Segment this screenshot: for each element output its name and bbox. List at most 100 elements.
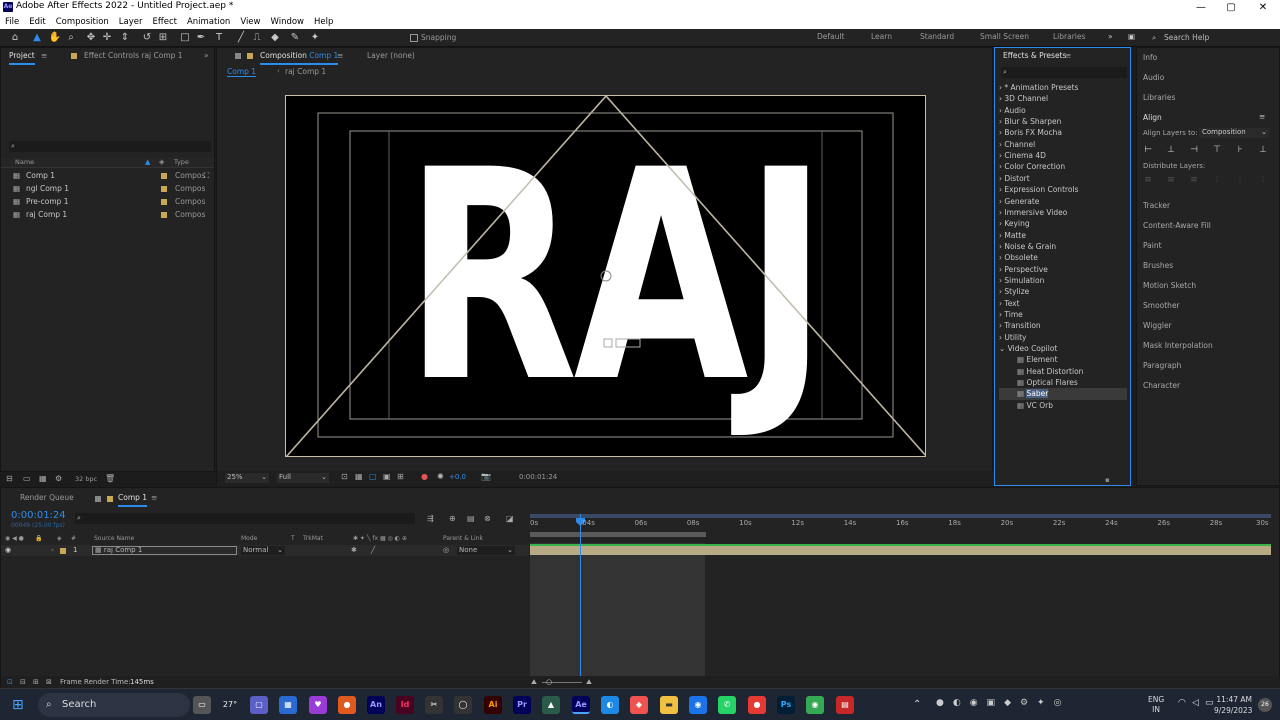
pen-tool-icon[interactable]: ✒	[194, 31, 208, 45]
zoom-dropdown[interactable]: 25% ⌄	[225, 473, 269, 483]
hand-tool-icon[interactable]: ✋	[48, 31, 62, 45]
align-left-icon[interactable]: ⊢	[1142, 145, 1154, 155]
distribute-h-center-icon[interactable]: ⦙	[1234, 175, 1246, 185]
draft-3d-icon[interactable]: ⊕	[449, 514, 456, 523]
effect-category-matte[interactable]: › Matte	[999, 230, 1127, 241]
weather-widget[interactable]: 27°	[221, 696, 239, 714]
effect-category-3d-channel[interactable]: › 3D Channel	[999, 93, 1127, 104]
app-icon[interactable]: ▤	[836, 696, 854, 714]
workspace-standard[interactable]: Standard	[920, 32, 954, 41]
snapping-checkbox[interactable]	[410, 34, 418, 42]
animate-icon[interactable]: An	[367, 696, 385, 714]
menu-help[interactable]: Help	[314, 15, 333, 29]
project-item-comp-1[interactable]: ▦ Comp 1 Compos ⛶	[1, 170, 214, 182]
rotate-tool-icon[interactable]: ↺	[140, 31, 154, 45]
effect-category-video-copilot[interactable]: ⌄ Video Copilot	[999, 343, 1127, 354]
quality-switch-icon[interactable]: ╱	[371, 545, 375, 556]
panel-tracker[interactable]: Tracker	[1143, 201, 1170, 210]
menu-view[interactable]: View	[240, 15, 260, 29]
panel-motion-sketch[interactable]: Motion Sketch	[1143, 281, 1196, 290]
edge-icon[interactable]: ◐	[601, 696, 619, 714]
comp-mini-flowchart-icon[interactable]: ⇶	[427, 514, 434, 523]
dolly-tool-icon[interactable]: ⇕	[118, 31, 132, 45]
selection-tool-icon[interactable]: ▲	[30, 31, 44, 45]
distribute-v-center-icon[interactable]: ≡	[1165, 175, 1177, 185]
illustrator-icon[interactable]: Ai	[484, 696, 502, 714]
align-top-icon[interactable]: ⊤	[1211, 145, 1223, 155]
search-help-input[interactable]: ⌕ Search Help	[1150, 31, 1276, 45]
align-h-center-icon[interactable]: ⊥	[1165, 145, 1177, 155]
effects-menu-icon[interactable]: ≡	[1065, 49, 1071, 63]
panel-character[interactable]: Character	[1143, 381, 1180, 390]
new-bin-icon[interactable]: ▪	[1105, 476, 1110, 484]
breadcrumb-raj-comp-1[interactable]: raj Comp 1	[285, 67, 326, 76]
comp-menu-icon[interactable]: ≡	[337, 49, 343, 63]
viewer-timecode[interactable]: 0:00:01:24	[519, 473, 557, 481]
notification-badge-icon[interactable]: 26	[1258, 698, 1272, 712]
file-explorer-icon[interactable]: ▬	[660, 696, 678, 714]
new-folder-icon[interactable]: ▭	[23, 474, 31, 483]
collapse-transform-icon[interactable]: ✱	[351, 545, 357, 556]
breadcrumb-comp-1[interactable]: Comp 1	[227, 67, 257, 77]
panel-expand-icon[interactable]: »	[204, 49, 209, 63]
column-name[interactable]: Name	[15, 158, 34, 166]
puppet-tool-icon[interactable]: ✦	[308, 31, 322, 45]
task-view-icon[interactable]: ▭	[193, 696, 211, 714]
panel-mask-interpolation[interactable]: Mask Interpolation	[1143, 341, 1213, 350]
panel-align[interactable]: Align	[1143, 113, 1162, 122]
workspace-default[interactable]: Default	[817, 32, 844, 41]
taskbar-search-box[interactable]: ⌕ Search	[38, 693, 190, 717]
anchor-tool-icon[interactable]: ⊞	[156, 31, 170, 45]
wifi-icon[interactable]: ◠	[1178, 698, 1186, 708]
effect-category-obsolete[interactable]: › Obsolete	[999, 252, 1127, 263]
effect-category-cinema-4d[interactable]: › Cinema 4D	[999, 150, 1127, 161]
panel-info[interactable]: Info	[1143, 53, 1157, 62]
effect-category-channel[interactable]: › Channel	[999, 139, 1127, 150]
after-effects-icon[interactable]: Ae	[572, 696, 590, 714]
tab-effects-presets[interactable]: Effects & Presets	[1003, 49, 1066, 63]
project-search-input[interactable]: ⌕	[9, 141, 211, 152]
fast-previews-icon[interactable]: ⊡	[341, 472, 348, 481]
expand-layer-icon[interactable]: ›	[51, 545, 54, 556]
close-tab-icon[interactable]	[235, 53, 241, 59]
menu-effect[interactable]: Effect	[153, 15, 177, 29]
settings-icon[interactable]: ⚙	[55, 474, 62, 483]
effect-optical-flares[interactable]: ▦ Optical Flares	[999, 377, 1127, 388]
tray-chevron-icon[interactable]: ⌃	[913, 699, 921, 710]
graph-editor-icon[interactable]: ◪	[506, 514, 514, 523]
whatsapp-icon[interactable]: ✆	[718, 696, 736, 714]
panel-paint[interactable]: Paint	[1143, 241, 1162, 250]
effect-category-immersive-video[interactable]: › Immersive Video	[999, 207, 1127, 218]
align-bottom-icon[interactable]: ⊥	[1257, 145, 1269, 155]
figma-icon[interactable]: ◆	[630, 696, 648, 714]
home-icon[interactable]: ⌂	[8, 31, 22, 45]
effect-category-color-correction[interactable]: › Color Correction	[999, 161, 1127, 172]
minimize-button[interactable]: —	[1186, 0, 1216, 15]
panel-audio[interactable]: Audio	[1143, 73, 1164, 82]
timeline-timecode[interactable]: 0:00:01:24	[11, 510, 66, 521]
workspace-small-screen[interactable]: Small Screen	[980, 32, 1029, 41]
capcut-icon[interactable]: ✂	[425, 696, 443, 714]
menu-window[interactable]: Window	[270, 15, 304, 29]
tray-icons[interactable]: ●◐◉▣◆⚙✦◎	[936, 698, 1070, 708]
close-tab-icon[interactable]	[95, 496, 101, 502]
effect-category-time[interactable]: › Time	[999, 309, 1127, 320]
tab-project[interactable]: Project	[9, 49, 35, 65]
align-target-dropdown[interactable]: Composition ⌄	[1199, 128, 1269, 138]
menu-animation[interactable]: Animation	[187, 15, 230, 29]
effect-heat-distortion[interactable]: ▦ Heat Distortion	[999, 366, 1127, 377]
delete-icon[interactable]: 🗑	[105, 474, 115, 483]
effect-category-stylize[interactable]: › Stylize	[999, 286, 1127, 297]
effect-category-generate[interactable]: › Generate	[999, 196, 1127, 207]
project-item-ngl-comp-1[interactable]: ▦ ngl Comp 1 Compos	[1, 183, 214, 195]
menu-edit[interactable]: Edit	[29, 15, 45, 29]
tab-composition[interactable]: Composition Comp 1	[260, 49, 339, 65]
label-icon[interactable]: ◈	[159, 158, 164, 166]
align-v-center-icon[interactable]: ⊦	[1234, 145, 1246, 155]
menu-layer[interactable]: Layer	[119, 15, 143, 29]
project-menu-icon[interactable]: ≡	[41, 49, 47, 63]
effect-category-text[interactable]: › Text	[999, 298, 1127, 309]
language-indicator[interactable]: ENG IN	[1148, 695, 1164, 715]
close-button[interactable]: ✕	[1248, 0, 1278, 15]
flowchart-icon[interactable]: ⛶	[204, 170, 209, 182]
